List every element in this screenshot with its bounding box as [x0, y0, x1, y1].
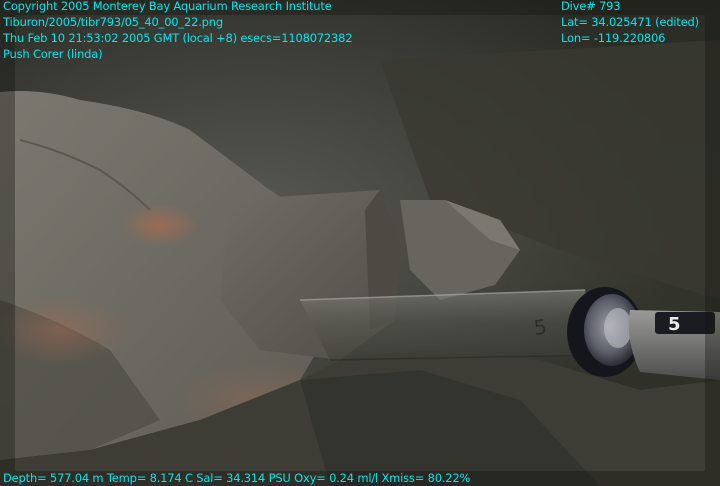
overlay-bottom-sensors: Depth= 577.04 m Temp= 8.174 C Sal= 34.31…	[3, 470, 470, 486]
image-file-path: Tiburon/2005/tibr793/05_40_00_22.png	[3, 15, 223, 29]
overlay-top-left: Copyright 2005 Monterey Bay Aquarium Res…	[3, 0, 353, 62]
latitude-text: Lat= 34.025471 (edited)	[561, 15, 699, 29]
orange-patch-1	[120, 203, 200, 247]
handle-label: 5	[668, 314, 681, 335]
copyright-text: Copyright 2005 Monterey Bay Aquarium Res…	[3, 0, 332, 13]
activity-text: Push Corer (linda)	[3, 47, 103, 61]
video-frame: 5 5 Copyright 2005 Monterey Bay Aquarium…	[0, 0, 720, 486]
longitude-text: Lon= -119.220806	[561, 31, 666, 45]
push-core-tube: 5	[299, 289, 601, 361]
dive-number: Dive# 793	[561, 0, 621, 13]
sensor-readout: Depth= 577.04 m Temp= 8.174 C Sal= 34.31…	[3, 471, 471, 485]
overlay-top-right: Dive# 793 Lat= 34.025471 (edited) Lon= -…	[561, 0, 699, 46]
seafloor-scene: 5 5	[0, 0, 720, 486]
timestamp-text: Thu Feb 10 21:53:02 2005 GMT (local +8) …	[3, 31, 353, 45]
